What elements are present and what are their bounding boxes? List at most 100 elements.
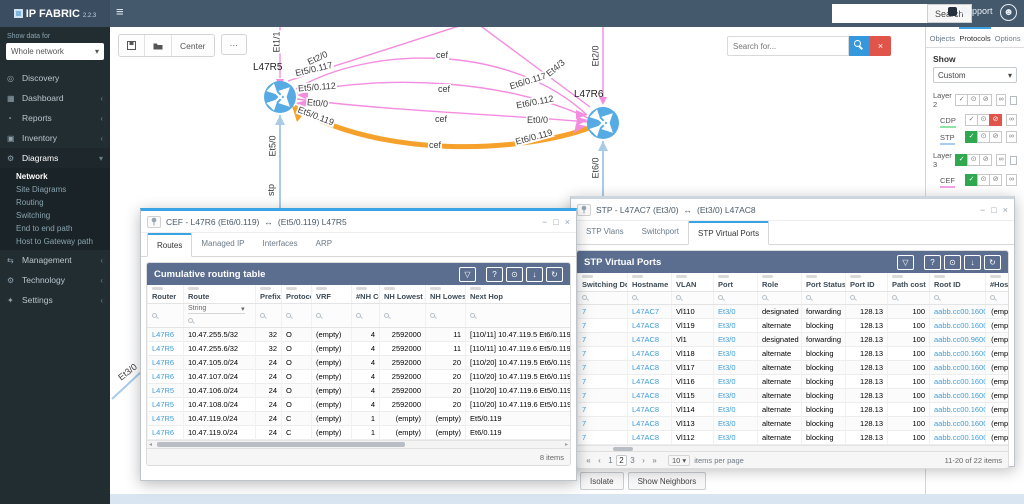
column-filter[interactable] [256, 304, 282, 328]
filter-operator-select[interactable]: String▾ [188, 305, 245, 314]
port-cell[interactable]: Et3/0 [714, 333, 758, 347]
pager-next[interactable]: › [638, 456, 649, 465]
link-button[interactable]: ∞ [1006, 131, 1017, 143]
router-cell[interactable]: L47R6 [148, 356, 184, 370]
router-cell[interactable]: L47R5 [148, 384, 184, 398]
switching-domain-cell[interactable]: 7 [578, 347, 628, 361]
hostname-cell[interactable]: L47AC8 [628, 361, 672, 375]
global-search-input[interactable] [832, 4, 927, 23]
link-button[interactable]: ∞ [996, 154, 1006, 166]
sidebar-item-diagrams[interactable]: ⚙ Diagrams ▾ [0, 148, 110, 168]
hostname-cell[interactable]: L47AC8 [628, 403, 672, 417]
table-row[interactable]: 7 L47AC8 Vl1 Et3/0 designated forwarding… [578, 333, 1010, 347]
switching-domain-cell[interactable]: 7 [578, 361, 628, 375]
pager-prev[interactable]: ‹ [594, 456, 605, 465]
close-icon[interactable]: × [1003, 205, 1008, 215]
window-titlebar[interactable]: CEF - L47R6 (Et6/0.119) ↔ (Et5/0.119) L4… [141, 211, 576, 233]
bottom-scroll-strip[interactable] [110, 494, 1024, 504]
column-filter[interactable] [578, 292, 628, 305]
minimize-icon[interactable]: − [542, 217, 547, 227]
root-id-cell[interactable]: aabb.cc00.9600 [930, 333, 986, 347]
hostname-cell[interactable]: L47AC7 [628, 305, 672, 319]
root-id-cell[interactable]: aabb.cc00.1600 [930, 389, 986, 403]
port-cell[interactable]: Et3/0 [714, 403, 758, 417]
refresh-icon[interactable]: ↻ [546, 267, 563, 282]
column-filter[interactable]: String▾ [184, 304, 256, 328]
router-cell[interactable]: L47R6 [148, 426, 184, 440]
switching-domain-cell[interactable]: 7 [578, 319, 628, 333]
hostname-cell[interactable]: L47AC8 [628, 417, 672, 431]
column-header[interactable]: Port Status [802, 273, 846, 292]
sidebar-subitem[interactable]: End to end path [0, 222, 110, 235]
port-cell[interactable]: Et3/0 [714, 375, 758, 389]
column-filter[interactable] [312, 304, 352, 328]
column-header[interactable]: Root ID [930, 273, 986, 292]
pager-page-2[interactable]: 2 [616, 455, 627, 466]
filter-icon[interactable]: ▽ [459, 267, 476, 282]
column-header[interactable]: Protocol [282, 285, 312, 304]
sidebar-subitem[interactable]: Switching [0, 209, 110, 222]
network-scope-select[interactable]: Whole network ▾ [6, 43, 104, 60]
link-button[interactable]: ∞ [996, 94, 1006, 106]
table-row[interactable]: L47R5 10.47.255.6/32 32 O (empty) 4 2592… [148, 342, 572, 356]
ban-button[interactable]: ⊘ [989, 131, 1002, 143]
port-cell[interactable]: Et3/0 [714, 417, 758, 431]
minimize-icon[interactable]: − [980, 205, 985, 215]
user-avatar[interactable]: ☻ [1000, 4, 1017, 21]
tab-stp-vlans[interactable]: STP Vlans [577, 221, 633, 244]
close-icon[interactable]: × [565, 217, 570, 227]
ban-button[interactable]: ⊘ [979, 94, 992, 106]
open-button[interactable] [145, 35, 172, 56]
app-logo[interactable]: IP FABRIC 2.2.3 [0, 0, 110, 27]
pin-button[interactable] [577, 204, 591, 216]
sidebar-subitem[interactable]: Site Diagrams [0, 183, 110, 196]
horizontal-scrollbar[interactable]: ◂ ▸ [147, 440, 570, 448]
table-row[interactable]: 7 L47AC7 Vl110 Et3/0 designated forwardi… [578, 305, 1010, 319]
column-filter[interactable] [802, 292, 846, 305]
maximize-icon[interactable]: □ [991, 205, 996, 215]
column-filter[interactable] [986, 292, 1010, 305]
filter-icon[interactable]: ▽ [897, 255, 914, 270]
column-filter[interactable] [466, 304, 572, 328]
sidebar-item[interactable]: ⚙ Technology ‹ [0, 270, 110, 290]
switching-domain-cell[interactable]: 7 [578, 305, 628, 319]
column-filter[interactable] [380, 304, 426, 328]
column-filter[interactable] [930, 292, 986, 305]
column-filter[interactable] [672, 292, 714, 305]
switching-domain-cell[interactable]: 7 [578, 417, 628, 431]
table-row[interactable]: L47R6 10.47.119.0/24 24 C (empty) 1 (emp… [148, 426, 572, 440]
root-id-cell[interactable]: aabb.cc00.1600 [930, 375, 986, 389]
export-icon[interactable]: ↓ [964, 255, 981, 270]
diagram-search-button[interactable] [849, 36, 870, 56]
table-row[interactable]: 7 L47AC8 Vl114 Et3/0 alternate blocking … [578, 403, 1010, 417]
root-id-cell[interactable]: aabb.cc00.1600 [930, 347, 986, 361]
hostname-cell[interactable]: L47AC8 [628, 333, 672, 347]
support-button[interactable]: Support [948, 6, 993, 16]
column-filter[interactable] [888, 292, 930, 305]
port-cell[interactable]: Et3/0 [714, 361, 758, 375]
port-cell[interactable]: Et3/0 [714, 431, 758, 445]
table-row[interactable]: 7 L47AC8 Vl115 Et3/0 alternate blocking … [578, 389, 1010, 403]
column-header[interactable]: Switching Domain [578, 273, 628, 292]
column-filter[interactable] [148, 304, 184, 328]
pager-first[interactable]: « [583, 456, 594, 465]
ban-button[interactable]: ⊘ [989, 174, 1002, 186]
root-id-cell[interactable]: aabb.cc00.1600 [930, 319, 986, 333]
root-id-cell[interactable]: aabb.cc00.1600 [930, 403, 986, 417]
center-button[interactable]: Center [172, 35, 214, 56]
per-page-select[interactable]: 10 ▾ [668, 455, 690, 466]
sidebar-item[interactable]: ✦ Settings ‹ [0, 290, 110, 310]
switching-domain-cell[interactable]: 7 [578, 431, 628, 445]
router-cell[interactable]: L47R6 [148, 370, 184, 384]
column-header[interactable]: VRF [312, 285, 352, 304]
hamburger-icon[interactable]: ≡ [116, 4, 124, 19]
sidebar-item[interactable]: ◎ Discovery [0, 68, 110, 88]
sidebar-item[interactable]: ◔ Reports ‹ [0, 108, 110, 128]
column-header[interactable]: #Hosts [986, 273, 1010, 292]
sidebar-item[interactable]: ▦ Dashboard ‹ [0, 88, 110, 108]
column-header[interactable]: Prefix Length [256, 285, 282, 304]
column-header[interactable]: Role [758, 273, 802, 292]
router-cell[interactable]: L47R5 [148, 398, 184, 412]
tab-switchport[interactable]: Switchport [633, 221, 688, 244]
table-row[interactable]: L47R5 10.47.106.0/24 24 O (empty) 4 2592… [148, 384, 572, 398]
